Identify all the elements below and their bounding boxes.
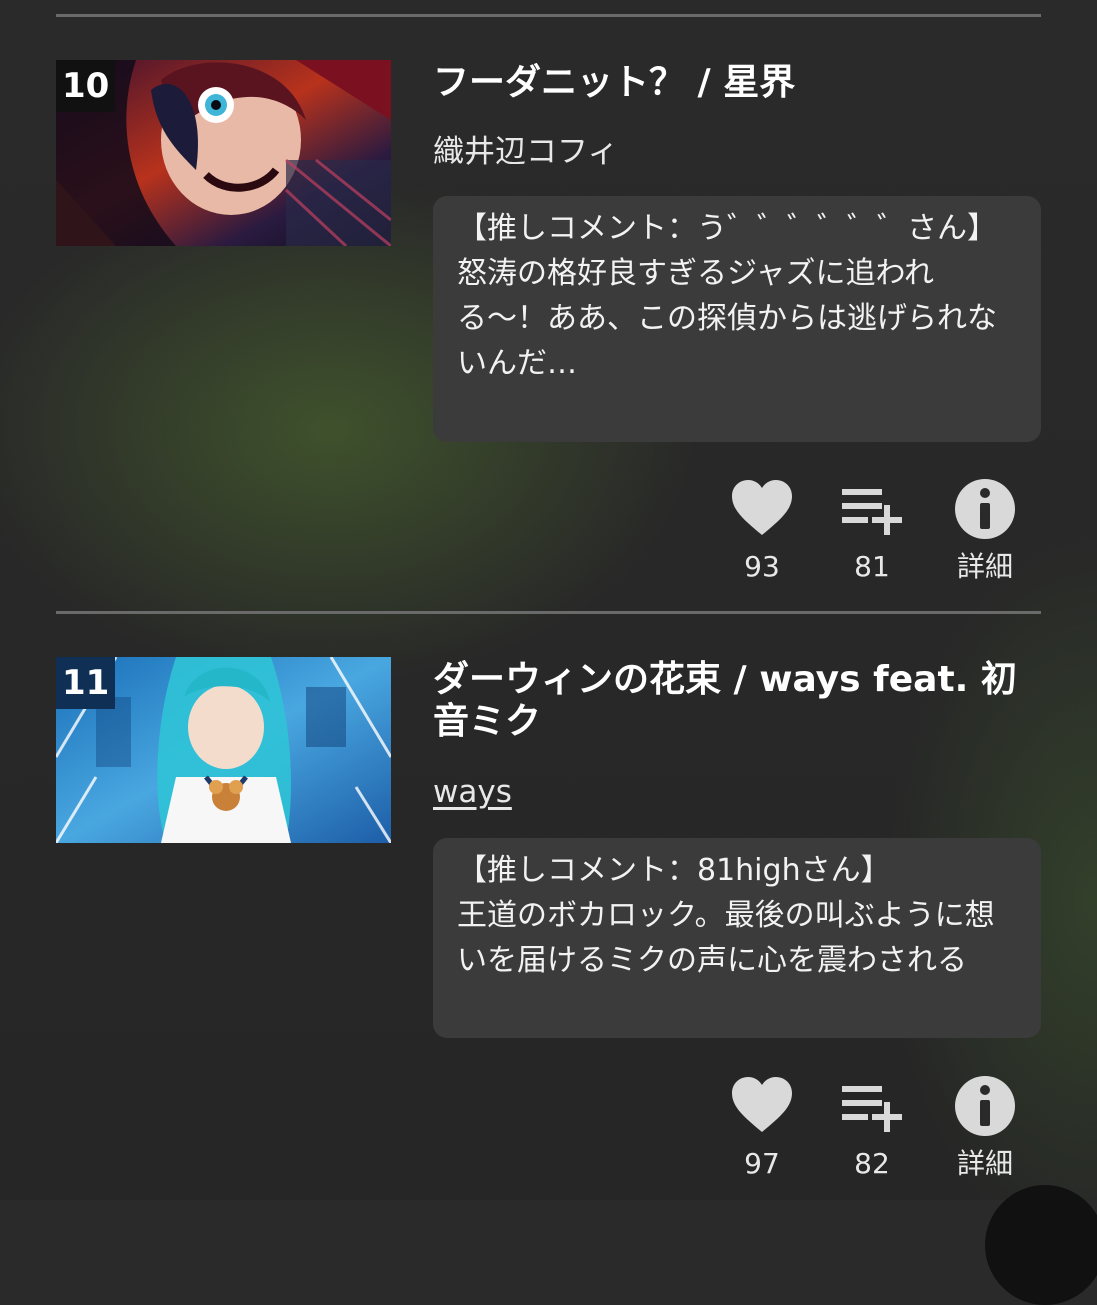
heart-icon — [732, 480, 792, 535]
info-icon — [955, 479, 1015, 539]
recommend-comment: 【推しコメント：う゛゛゛゛゛゛さん】 怒涛の格好良すぎるジャズに追われる〜！ああ… — [433, 196, 1041, 442]
song-title[interactable]: ダーウィンの花束 / ways feat. 初音ミク — [433, 659, 1033, 743]
playlist-add-icon — [842, 1086, 902, 1132]
artist-link[interactable]: ways — [433, 774, 512, 810]
like-button[interactable]: 93 — [707, 477, 817, 583]
comment-body: 王道のボカロック。最後の叫ぶように想いを届けるミクの声に心を震わされる — [457, 898, 995, 978]
playlist-add-count: 81 — [854, 550, 890, 583]
video-thumbnail[interactable]: 11 — [56, 657, 391, 843]
details-button[interactable]: 詳細 — [930, 1074, 1040, 1180]
info-icon — [955, 1076, 1015, 1136]
list-divider — [56, 611, 1041, 614]
add-to-playlist-button[interactable]: 82 — [817, 1074, 927, 1180]
list-divider — [56, 14, 1041, 17]
like-button[interactable]: 97 — [707, 1074, 817, 1180]
artist-name: 織井辺コフィ — [433, 134, 619, 170]
song-title[interactable]: フーダニット？ / 星界 — [433, 62, 1033, 104]
details-label: 詳細 — [956, 550, 1013, 583]
rank-badge: 11 — [56, 657, 116, 709]
rank-badge: 10 — [56, 60, 116, 112]
details-button[interactable]: 詳細 — [930, 477, 1040, 583]
heart-icon — [732, 1077, 792, 1132]
playlist-add-icon — [842, 489, 902, 535]
comment-body: 怒涛の格好良すぎるジャズに追われる〜！ああ、この探偵からは逃げられないんだ… — [457, 256, 997, 381]
recommend-comment: 【推しコメント：81highさん】 王道のボカロック。最後の叫ぶように想いを届け… — [433, 838, 1041, 1038]
floating-button-edge[interactable] — [985, 1185, 1097, 1305]
comment-header: 【推しコメント：81highさん】 — [457, 853, 891, 888]
comment-header: 【推しコメント：う゛゛゛゛゛゛さん】 — [457, 211, 997, 246]
add-to-playlist-button[interactable]: 81 — [817, 477, 927, 583]
details-label: 詳細 — [956, 1147, 1013, 1180]
video-thumbnail[interactable]: 10 — [56, 60, 391, 246]
playlist-add-count: 82 — [854, 1147, 890, 1180]
like-count: 93 — [744, 550, 780, 583]
like-count: 97 — [744, 1147, 780, 1180]
